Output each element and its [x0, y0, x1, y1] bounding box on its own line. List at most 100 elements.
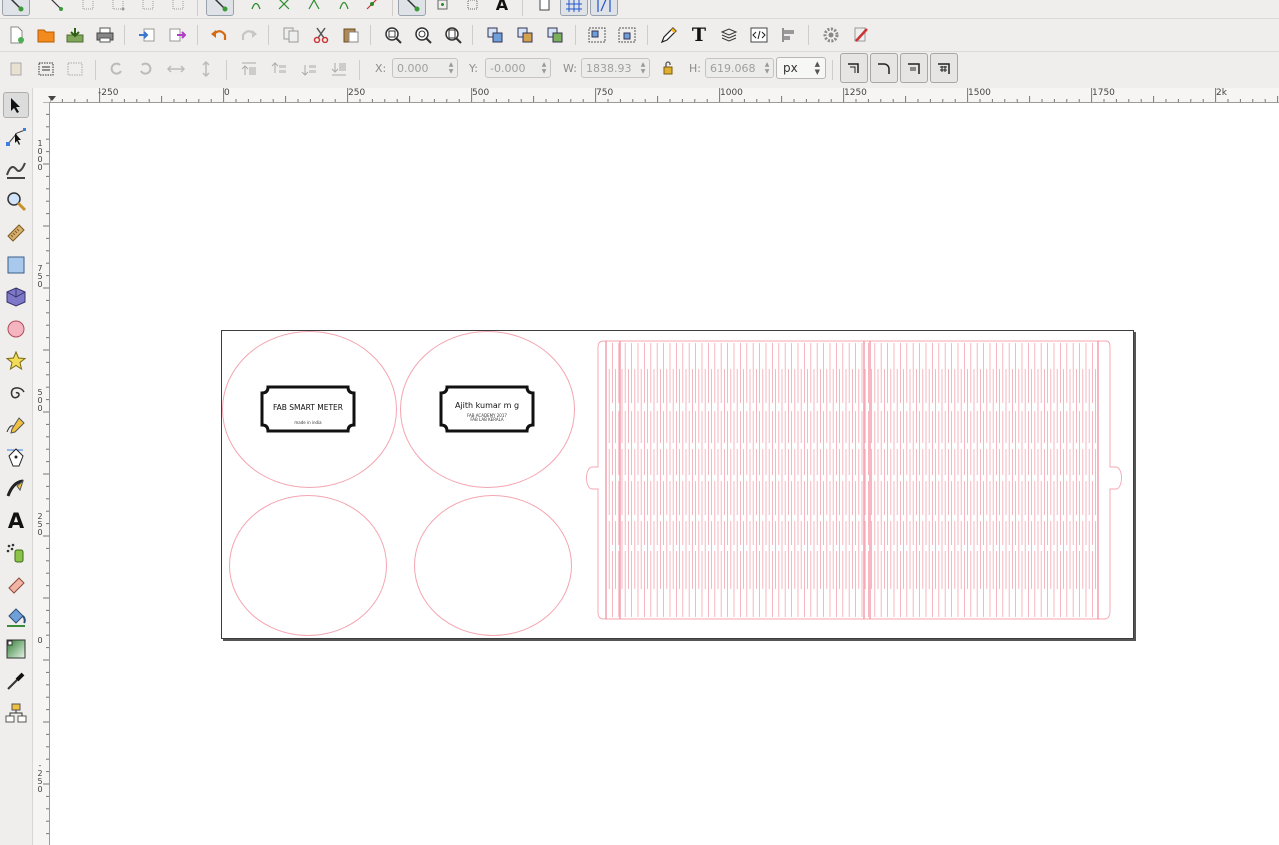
- vertical-ruler[interactable]: 1000 750 500 250 0 -250: [32, 102, 50, 845]
- x-input[interactable]: [393, 59, 447, 77]
- raise-to-top-icon[interactable]: [237, 57, 261, 81]
- rectangle-tool-icon[interactable]: [3, 252, 29, 278]
- print-icon[interactable]: [93, 23, 117, 47]
- clone-icon[interactable]: [513, 23, 537, 47]
- open-document-icon[interactable]: [34, 23, 58, 47]
- w-input[interactable]: [582, 59, 639, 77]
- raise-icon[interactable]: [267, 57, 291, 81]
- lower-icon[interactable]: [297, 57, 321, 81]
- h-spin-arrows-icon[interactable]: ▲ ▼: [763, 61, 771, 75]
- connector-tool-icon[interactable]: [3, 700, 29, 726]
- fill-stroke-icon[interactable]: [657, 23, 681, 47]
- calligraphy-tool-icon[interactable]: [3, 476, 29, 502]
- scale-corners-toggle[interactable]: [870, 53, 898, 83]
- horizontal-ruler[interactable]: -250 0 250 500 750 1000 1250 1500 1750 2…: [48, 88, 1279, 103]
- ellipse-tool-icon[interactable]: [3, 316, 29, 342]
- snap-text-baseline-icon[interactable]: A: [490, 0, 514, 16]
- node-tool-icon[interactable]: [3, 124, 29, 150]
- align-distribute-icon[interactable]: [777, 23, 801, 47]
- xml-editor-icon[interactable]: [747, 23, 771, 47]
- rotate-cw-icon[interactable]: [134, 57, 158, 81]
- snap-path-intersection-icon[interactable]: [272, 0, 296, 16]
- snap-smooth-node-icon[interactable]: [332, 0, 356, 16]
- scale-stroke-toggle[interactable]: [840, 53, 868, 83]
- y-spinbox[interactable]: ▲▼: [485, 58, 551, 78]
- lock-ratio-icon[interactable]: [656, 56, 680, 80]
- unit-select[interactable]: px ▲ ▼: [776, 57, 826, 79]
- selector-tool-icon[interactable]: [3, 92, 29, 118]
- w-spin-arrows-icon[interactable]: ▲ ▼: [639, 61, 647, 75]
- snap-enable-icon[interactable]: [2, 0, 30, 16]
- import-bitmap-icon[interactable]: [135, 23, 159, 47]
- transform-gradients-toggle[interactable]: [900, 53, 928, 83]
- w-spinbox[interactable]: ▲▼: [581, 58, 650, 78]
- tweak-tool-icon[interactable]: [3, 156, 29, 182]
- y-spin-arrows-icon[interactable]: ▲ ▼: [540, 61, 548, 75]
- label-plaque-2[interactable]: Ajith kumar m g FAB ACADEMY 2017 FAB LAB…: [439, 385, 535, 433]
- snap-nodes-icon[interactable]: [206, 0, 234, 16]
- zoom-page-icon[interactable]: [441, 23, 465, 47]
- spiral-tool-icon[interactable]: [3, 380, 29, 406]
- lower-to-bottom-icon[interactable]: [327, 57, 351, 81]
- deselect-icon[interactable]: [63, 57, 87, 81]
- layers-icon[interactable]: [717, 23, 741, 47]
- eraser-tool-icon[interactable]: [3, 572, 29, 598]
- cut-oval-bottom-left[interactable]: [229, 495, 387, 636]
- group-icon[interactable]: [585, 23, 609, 47]
- living-hinge-pattern[interactable]: [584, 339, 1132, 629]
- pencil-tool-icon[interactable]: [3, 412, 29, 438]
- snap-page-border-icon[interactable]: [532, 0, 556, 16]
- snap-line-midpoint-icon[interactable]: [360, 0, 384, 16]
- paint-bucket-tool-icon[interactable]: [3, 604, 29, 630]
- select-all-layers-icon[interactable]: [34, 57, 58, 81]
- text-font-icon[interactable]: T: [687, 23, 711, 47]
- h-input[interactable]: [706, 59, 763, 77]
- snap-bbox-edge-icon[interactable]: [76, 0, 100, 16]
- snap-others-icon[interactable]: [398, 0, 426, 16]
- zoom-selection-icon[interactable]: [381, 23, 405, 47]
- snap-bbox-midpoint-icon[interactable]: [136, 0, 160, 16]
- ungroup-icon[interactable]: [615, 23, 639, 47]
- snap-cusp-node-icon[interactable]: [302, 0, 326, 16]
- snap-bbox-icon[interactable]: [44, 0, 68, 16]
- flip-vertical-icon[interactable]: [194, 57, 218, 81]
- document-properties-icon[interactable]: [849, 23, 873, 47]
- label-plaque-1[interactable]: FAB SMART METER made in india: [260, 385, 356, 433]
- flip-horizontal-icon[interactable]: [164, 57, 188, 81]
- undo-icon[interactable]: [207, 23, 231, 47]
- snap-grid-icon[interactable]: [560, 0, 588, 16]
- gradient-tool-icon[interactable]: [3, 636, 29, 662]
- h-spinbox[interactable]: ▲▼: [705, 58, 774, 78]
- paste-icon[interactable]: [339, 23, 363, 47]
- duplicate-icon[interactable]: [483, 23, 507, 47]
- select-all-icon[interactable]: [4, 57, 28, 81]
- measure-tool-icon[interactable]: [3, 220, 29, 246]
- x-spinbox[interactable]: ▲▼: [392, 58, 458, 78]
- zoom-tool-icon[interactable]: [3, 188, 29, 214]
- rotate-ccw-icon[interactable]: [104, 57, 128, 81]
- pen-tool-icon[interactable]: [3, 444, 29, 470]
- dropper-tool-icon[interactable]: [3, 668, 29, 694]
- drawing-canvas[interactable]: FAB SMART METER made in india Ajith kuma…: [50, 103, 1279, 845]
- new-document-icon[interactable]: [4, 23, 28, 47]
- copy-icon[interactable]: [279, 23, 303, 47]
- y-input[interactable]: [486, 59, 540, 77]
- snap-bbox-center-icon[interactable]: [166, 0, 190, 16]
- cut-icon[interactable]: [309, 23, 333, 47]
- cut-oval-bottom-right[interactable]: [414, 495, 572, 636]
- snap-guide-icon[interactable]: [590, 0, 618, 16]
- 3d-box-tool-icon[interactable]: [3, 284, 29, 310]
- snap-bbox-corner-icon[interactable]: [106, 0, 130, 16]
- transform-patterns-toggle[interactable]: [930, 53, 958, 83]
- unlink-clone-icon[interactable]: [543, 23, 567, 47]
- redo-icon[interactable]: [237, 23, 261, 47]
- document-page[interactable]: FAB SMART METER made in india Ajith kuma…: [221, 330, 1134, 639]
- snap-path-icon[interactable]: [244, 0, 268, 16]
- snap-object-center-icon[interactable]: [430, 0, 454, 16]
- import-icon[interactable]: [63, 23, 87, 47]
- export-bitmap-icon[interactable]: [165, 23, 189, 47]
- snap-rotation-center-icon[interactable]: [460, 0, 484, 16]
- x-spin-arrows-icon[interactable]: ▲ ▼: [447, 61, 455, 75]
- text-tool-icon[interactable]: A: [3, 508, 29, 534]
- zoom-drawing-icon[interactable]: [411, 23, 435, 47]
